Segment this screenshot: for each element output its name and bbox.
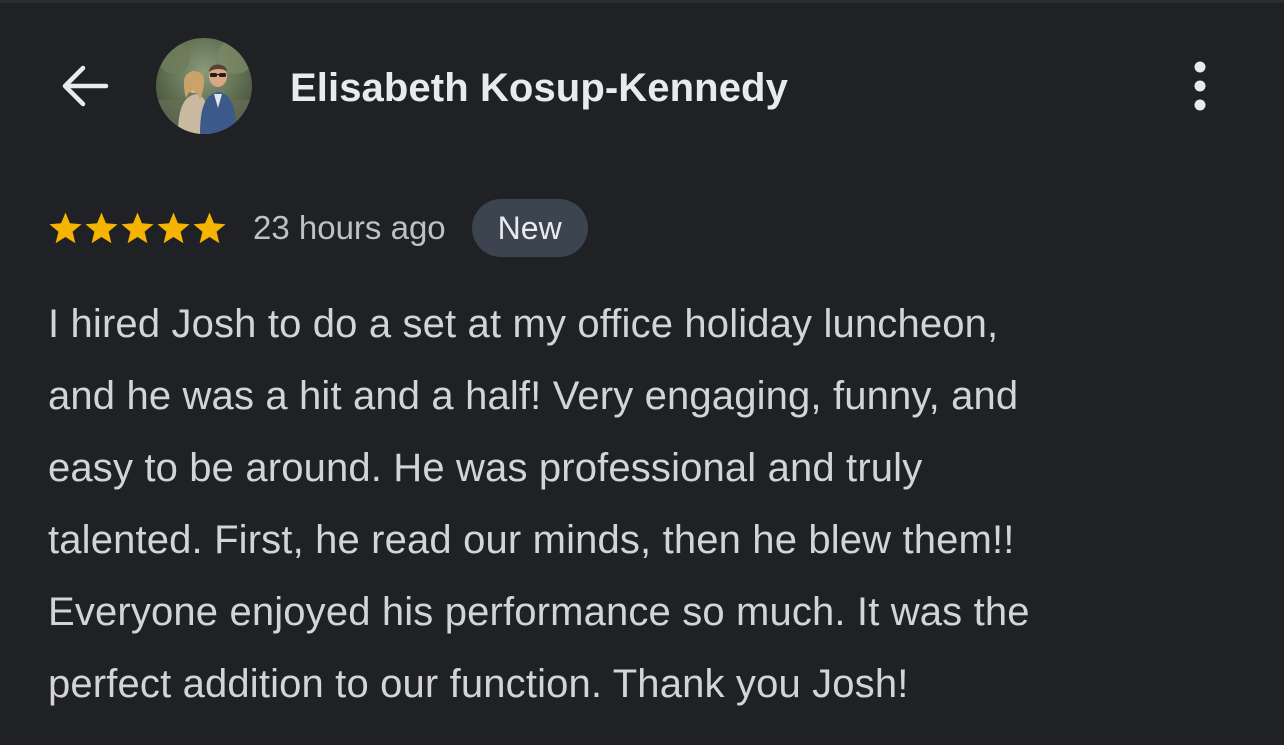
- review-timestamp: 23 hours ago: [253, 209, 446, 246]
- reviewer-avatar-photo: [156, 38, 252, 134]
- review-text-line: Everyone enjoyed his performance so much…: [48, 590, 1030, 634]
- review-text-line: and he was a hit and a half! Very engagi…: [48, 374, 1019, 418]
- avatar[interactable]: [156, 38, 252, 134]
- new-badge: New: [471, 199, 588, 257]
- top-edge-divider: [0, 0, 1284, 3]
- star-icon: [49, 212, 82, 243]
- back-button[interactable]: [52, 58, 116, 114]
- review-text-line: talented. First, he read our minds, then…: [48, 518, 1015, 562]
- star-icon: [193, 212, 226, 243]
- star-icon: [85, 212, 118, 243]
- review-text-line: perfect addition to our function. Thank …: [48, 662, 909, 706]
- review-header: Elisabeth Kosup-Kennedy: [0, 36, 1284, 136]
- review-meta-row: 23 hours ago New: [48, 198, 588, 258]
- arrow-back-icon: [62, 65, 109, 107]
- review-text-line: easy to be around. He was professional a…: [48, 446, 923, 490]
- review-text-line: I hired Josh to do a set at my office ho…: [48, 302, 999, 346]
- more-options-button[interactable]: [1174, 54, 1226, 118]
- star-icon: [121, 212, 154, 243]
- review-text: I hired Josh to do a set at my office ho…: [48, 288, 1248, 720]
- reviewer-name[interactable]: Elisabeth Kosup-Kennedy: [290, 66, 788, 111]
- star-rating: [48, 211, 227, 246]
- more-vertical-icon: [1194, 61, 1206, 111]
- star-icon: [157, 212, 190, 243]
